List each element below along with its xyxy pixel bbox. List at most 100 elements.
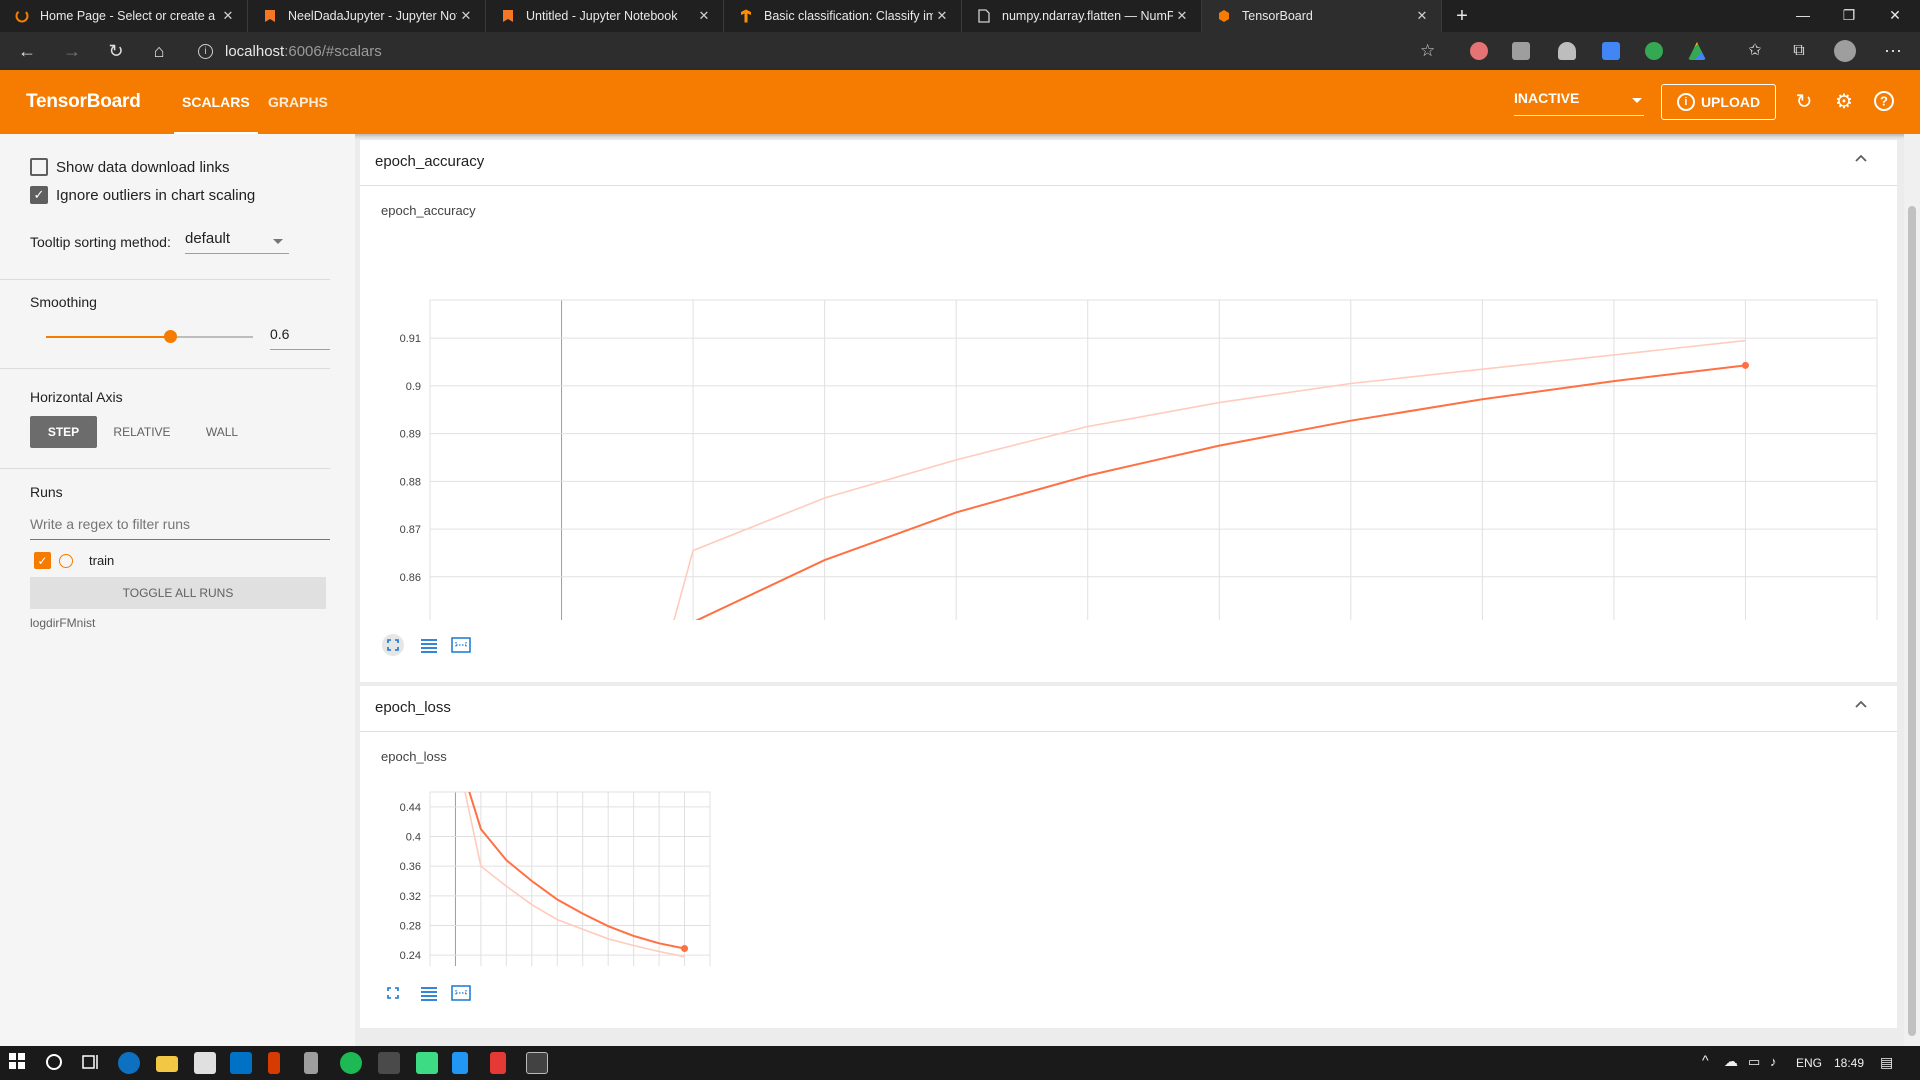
sidebar: Show data download links ✓ Ignore outlie… [0,134,355,1046]
pane-header[interactable]: epoch_loss [360,686,1897,732]
close-window-icon[interactable]: ✕ [1872,0,1918,32]
app-icon[interactable] [304,1052,318,1074]
checkbox[interactable] [30,158,48,176]
browser-tab[interactable]: Home Page - Select or create a n ✕ [0,0,248,32]
android-icon[interactable] [416,1052,438,1074]
browser-tab[interactable]: Untitled - Jupyter Notebook ✕ [486,0,724,32]
tensorboard-icon [1216,8,1232,24]
translate-icon[interactable] [1602,42,1620,60]
chevron-up-icon[interactable] [1855,699,1867,711]
axis-step-button[interactable]: STEP [30,416,97,448]
fit-domain-icon[interactable] [450,982,472,1004]
volume-icon[interactable]: ♪ [1770,1054,1777,1069]
slider-thumb[interactable] [164,330,178,343]
extension-icon[interactable] [1470,42,1488,60]
tab-graphs[interactable]: GRAPHS [260,70,336,134]
back-icon[interactable]: ← [12,37,42,65]
tooltip-sort-label: Tooltip sorting method: [30,234,171,250]
upload-button[interactable]: i UPLOAD [1661,84,1776,120]
close-icon[interactable]: ✕ [933,8,951,24]
extension-icon[interactable] [1558,42,1576,60]
axis-relative-button[interactable]: RELATIVE [106,416,178,448]
smoothing-input[interactable]: 0.6 [270,324,330,350]
show-download-links-toggle[interactable]: Show data download links [30,158,229,176]
spotify-icon[interactable] [340,1052,362,1074]
minimize-icon[interactable]: — [1780,0,1826,32]
series-line-smoothed [468,792,685,950]
mail-icon[interactable] [230,1052,252,1074]
office-icon[interactable] [268,1052,280,1074]
fit-domain-icon[interactable] [450,634,472,656]
google-drive-icon[interactable] [1688,42,1706,60]
y-tick-label: 0.9 [406,381,421,393]
browser-tab[interactable]: Basic classification: Classify imag ✕ [724,0,962,32]
scrollbar-thumb[interactable] [1908,206,1916,1036]
divider [0,468,330,469]
task-view-icon[interactable] [80,1052,102,1074]
fullscreen-icon[interactable] [382,982,404,1004]
profile-avatar[interactable] [1834,40,1856,62]
close-icon[interactable]: ✕ [695,8,713,24]
store-icon[interactable] [194,1052,216,1074]
plot-area [673,339,1746,620]
browser-tab-active[interactable]: TensorBoard ✕ [1202,0,1442,32]
chevron-up-icon[interactable] [1855,153,1867,165]
inactive-plugins-select[interactable]: INACTIVE [1514,90,1644,116]
help-icon[interactable]: ? [1872,90,1896,114]
notifications-icon[interactable]: ▤ [1880,1054,1893,1071]
app-window-icon[interactable] [526,1052,548,1074]
pane-header[interactable]: epoch_accuracy [360,140,1897,186]
tab-scalars[interactable]: SCALARS [174,70,258,134]
toggle-all-runs-button[interactable]: TOGGLE ALL RUNS [30,577,326,609]
url-field[interactable]: i localhost:6006/#scalars [190,36,1450,66]
close-icon[interactable]: ✕ [219,8,237,24]
loss-chart[interactable]: 0.240.280.320.360.40.440123456789 [360,766,760,966]
reload-icon[interactable]: ↻ [1792,90,1816,114]
refresh-icon[interactable]: ↻ [101,37,131,65]
browser-tab[interactable]: NeelDadaJupyter - Jupyter Noteb ✕ [248,0,486,32]
run-color-swatch[interactable] [59,553,73,568]
extension-icon[interactable] [1512,42,1530,60]
axis-wall-button[interactable]: WALL [192,416,252,448]
close-icon[interactable]: ✕ [1173,8,1191,24]
settings-gear-icon[interactable]: ⚙ [1832,90,1856,114]
fullscreen-icon[interactable] [382,634,404,656]
close-icon[interactable]: ✕ [457,8,475,24]
collections-icon[interactable]: ⧉ [1784,37,1814,65]
app-icon[interactable] [490,1052,506,1074]
language-indicator[interactable]: ENG [1796,1056,1822,1070]
file-explorer-icon[interactable] [156,1056,178,1072]
close-icon[interactable]: ✕ [1413,8,1431,24]
notepad-icon[interactable] [452,1052,468,1074]
page-scrollbar[interactable] [1904,134,1920,1046]
favorite-star-icon[interactable]: ☆ [1420,41,1435,61]
more-menu-icon[interactable]: ⋯ [1878,37,1908,65]
toggle-log-scale-icon[interactable] [418,982,440,1004]
clock[interactable]: 18:49 [1834,1056,1864,1070]
edge-browser-icon[interactable] [118,1052,140,1074]
site-info-icon[interactable]: i [198,43,213,59]
home-icon[interactable]: ⌂ [144,37,174,65]
extension-icon[interactable] [1645,42,1663,60]
ignore-outliers-toggle[interactable]: ✓ Ignore outliers in chart scaling [30,186,255,204]
smoothing-slider[interactable] [46,330,253,343]
forward-icon[interactable]: → [57,37,87,65]
terminal-icon[interactable] [378,1052,400,1074]
runs-filter-input[interactable]: Write a regex to filter runs [30,516,330,540]
onedrive-icon[interactable]: ☁ [1724,1053,1738,1070]
search-icon[interactable] [44,1052,66,1074]
checkbox-checked[interactable]: ✓ [30,186,48,204]
new-tab-button[interactable]: + [1448,3,1476,29]
toggle-log-scale-icon[interactable] [418,634,440,656]
run-item[interactable]: ✓ train [34,552,114,569]
favorites-icon[interactable]: ✩ [1740,37,1770,65]
windows-start-icon[interactable] [8,1052,30,1074]
browser-tab[interactable]: numpy.ndarray.flatten — NumPy ✕ [962,0,1202,32]
network-icon[interactable]: ▭ [1748,1054,1760,1070]
accuracy-chart[interactable]: 0.850.860.870.880.890.90.910123456789 [360,220,1897,620]
tray-expand-icon[interactable]: ^ [1702,1052,1709,1068]
horizontal-axis-label: Horizontal Axis [30,389,123,405]
run-checkbox[interactable]: ✓ [34,552,51,569]
restore-icon[interactable]: ❐ [1826,0,1872,32]
tooltip-sort-select[interactable]: default [185,230,289,254]
